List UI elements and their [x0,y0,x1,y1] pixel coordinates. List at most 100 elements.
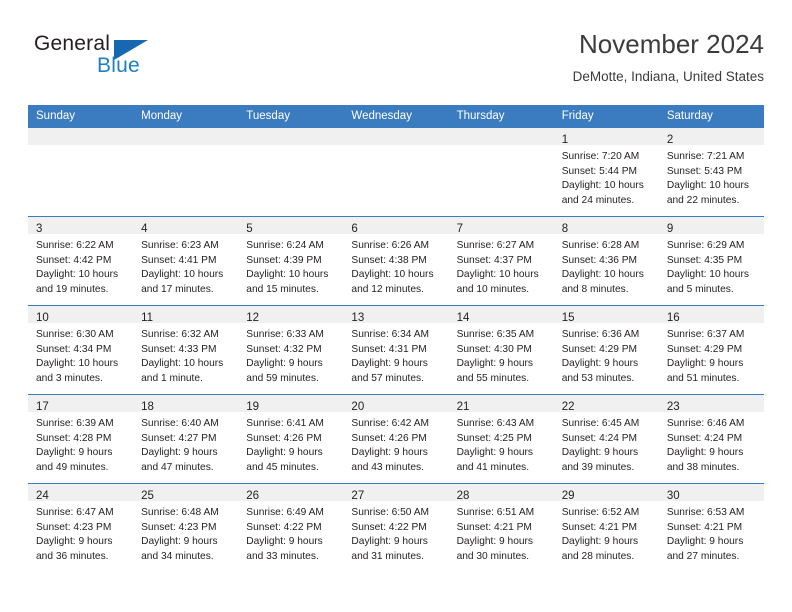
day-number-band: 20 [343,395,449,413]
calendar-day-cell[interactable]: 1 Sunrise: 7:20 AM Sunset: 5:44 PM Daylight… [553,127,659,217]
calendar-week-row: 10 Sunrise: 6:30 AM Sunset: 4:34 PM Dayligh… [28,305,764,395]
day-detail-line: Daylight: 9 hours [561,536,639,548]
calendar-day-cell[interactable]: 11 Sunrise: 6:32 AM Sunset: 4:33 PM Dayligh… [133,305,239,395]
calendar-day-cell[interactable]: 9 Sunrise: 6:29 AM Sunset: 4:35 PM Daylight… [658,216,764,306]
day-detail-line: and 55 minutes. [456,372,530,384]
day-detail-line: Daylight: 9 hours [36,447,113,459]
calendar-day-cell[interactable]: 27 Sunrise: 6:50 AM Sunset: 4:22 PM Dayligh… [343,483,449,572]
calendar-day-cell[interactable]: 19 Sunrise: 6:41 AM Sunset: 4:26 PM Dayligh… [238,394,344,484]
day-detail-line: Sunrise: 6:41 AM [246,418,324,429]
calendar-day-cell[interactable]: 3 Sunrise: 6:22 AM Sunset: 4:42 PM Daylight… [28,216,134,306]
day-detail-line: Daylight: 9 hours [246,536,323,548]
day-detail-line: Sunrise: 6:26 AM [351,240,430,251]
day-detail-line: Sunrise: 6:39 AM [36,418,114,429]
calendar-day-cell[interactable]: 30 Sunrise: 6:53 AM Sunset: 4:21 PM Dayligh… [658,483,764,572]
calendar-empty-cell [238,127,344,217]
day-number-band: 5 [238,217,344,235]
day-detail-line: and 41 minutes. [456,461,530,473]
day-detail-line: and 53 minutes. [561,372,635,384]
day-detail-line: Daylight: 9 hours [246,358,323,370]
day-number-band: 12 [238,306,344,324]
calendar-day-cell[interactable]: 6 Sunrise: 6:26 AM Sunset: 4:38 PM Daylight… [343,216,449,306]
calendar-day-cell[interactable]: 23 Sunrise: 6:46 AM Sunset: 4:24 PM Dayligh… [658,394,764,484]
calendar-day-cell[interactable]: 28 Sunrise: 6:51 AM Sunset: 4:21 PM Dayligh… [448,483,554,572]
weekday-header-saturday: Saturday [658,105,764,128]
day-number: 12 [246,312,260,324]
day-detail-line: and 47 minutes. [141,461,214,473]
calendar-day-cell[interactable]: 26 Sunrise: 6:49 AM Sunset: 4:22 PM Dayligh… [238,483,344,572]
day-detail-line: and 15 minutes. [246,283,319,295]
day-detail-line: Sunrise: 6:33 AM [246,329,324,340]
calendar-day-cell[interactable]: 24 Sunrise: 6:47 AM Sunset: 4:23 PM Dayligh… [28,483,134,572]
day-detail-line: Daylight: 10 hours [666,180,749,192]
day-details: Sunrise: 6:47 AM Sunset: 4:23 PM Daylight:… [28,501,133,564]
calendar-day-cell[interactable]: 25 Sunrise: 6:48 AM Sunset: 4:23 PM Dayligh… [133,483,239,572]
calendar-day-cell[interactable]: 29 Sunrise: 6:52 AM Sunset: 4:21 PM Dayligh… [553,483,659,572]
day-details: Sunrise: 6:49 AM Sunset: 4:22 PM Daylight:… [238,501,343,564]
weekday-header-tuesday: Tuesday [238,105,344,128]
day-detail-line: Sunset: 4:41 PM [141,254,217,266]
calendar-day-cell[interactable]: 7 Sunrise: 6:27 AM Sunset: 4:37 PM Daylight… [448,216,554,306]
day-detail-line: Daylight: 10 hours [561,180,644,192]
calendar-day-cell[interactable]: 22 Sunrise: 6:45 AM Sunset: 4:24 PM Dayligh… [553,394,659,484]
day-number: 1 [561,134,569,146]
day-detail-line: and 27 minutes. [666,550,740,562]
day-details: Sunrise: 6:23 AM Sunset: 4:41 PM Daylight:… [133,234,238,297]
day-detail-line: Daylight: 9 hours [141,447,218,459]
day-detail-line: Daylight: 10 hours [351,269,434,281]
day-detail-line: Daylight: 9 hours [456,447,534,459]
calendar-day-cell[interactable]: 4 Sunrise: 6:23 AM Sunset: 4:41 PM Daylight… [133,216,239,306]
calendar-day-cell[interactable]: 14 Sunrise: 6:35 AM Sunset: 4:30 PM Dayligh… [448,305,554,395]
day-number: 4 [141,223,148,235]
day-detail-line: and 59 minutes. [246,372,319,384]
day-number-band: 30 [658,484,764,502]
day-detail-line: Sunset: 4:42 PM [36,254,112,266]
day-detail-line: Sunset: 4:24 PM [666,432,743,444]
calendar-week-row: 17 Sunrise: 6:39 AM Sunset: 4:28 PM Dayligh… [28,394,764,484]
day-detail-line: Sunset: 4:23 PM [141,521,217,533]
calendar-week-row: 24 Sunrise: 6:47 AM Sunset: 4:23 PM Dayligh… [28,483,764,572]
day-number-band [448,128,554,145]
day-detail-line: Sunset: 4:26 PM [246,432,322,444]
day-detail-line: Daylight: 10 hours [141,358,224,370]
day-detail-line: Sunset: 4:22 PM [351,521,427,533]
day-detail-line: Daylight: 10 hours [666,269,749,281]
calendar-day-cell[interactable]: 13 Sunrise: 6:34 AM Sunset: 4:31 PM Dayligh… [343,305,449,395]
calendar-day-cell[interactable]: 15 Sunrise: 6:36 AM Sunset: 4:29 PM Dayligh… [553,305,659,395]
day-number-band: 8 [553,217,659,235]
day-number: 26 [246,490,260,502]
calendar-day-cell[interactable]: 8 Sunrise: 6:28 AM Sunset: 4:36 PM Daylight… [553,216,659,306]
day-number: 5 [246,223,253,235]
day-number-band [343,128,449,145]
day-details: Sunrise: 7:21 AM Sunset: 5:43 PM Daylight:… [659,145,764,208]
calendar-empty-cell [28,127,134,217]
day-number: 18 [141,401,154,413]
day-detail-line: Sunrise: 6:36 AM [561,329,640,340]
day-details: Sunrise: 6:34 AM Sunset: 4:31 PM Daylight:… [343,323,448,386]
day-number-band: 6 [343,217,449,235]
day-detail-line: and 3 minutes. [36,372,103,384]
calendar-day-cell[interactable]: 10 Sunrise: 6:30 AM Sunset: 4:34 PM Dayligh… [28,305,134,395]
calendar-day-cell[interactable]: 12 Sunrise: 6:33 AM Sunset: 4:32 PM Dayligh… [238,305,344,395]
day-details: Sunrise: 6:39 AM Sunset: 4:28 PM Daylight:… [28,412,133,475]
day-detail-line: Daylight: 9 hours [351,358,428,370]
day-detail-line: Sunrise: 6:29 AM [666,240,745,251]
day-detail-line: and 28 minutes. [561,550,635,562]
calendar-day-cell[interactable]: 5 Sunrise: 6:24 AM Sunset: 4:39 PM Daylight… [238,216,344,306]
day-detail-line: and 12 minutes. [351,283,424,295]
day-detail-line: Sunrise: 6:51 AM [456,507,535,518]
calendar-day-cell[interactable]: 16 Sunrise: 6:37 AM Sunset: 4:29 PM Dayligh… [658,305,764,395]
day-details: Sunrise: 6:32 AM Sunset: 4:33 PM Daylight:… [133,323,238,386]
calendar-day-cell[interactable]: 18 Sunrise: 6:40 AM Sunset: 4:27 PM Dayligh… [133,394,239,484]
logo-text-general: General [34,32,111,55]
day-detail-line: Sunrise: 6:50 AM [351,507,430,518]
day-detail-line: Daylight: 10 hours [456,269,539,281]
weekday-header-thursday: Thursday [448,105,554,128]
day-detail-line: Sunrise: 7:20 AM [561,151,640,162]
calendar-day-cell[interactable]: 21 Sunrise: 6:43 AM Sunset: 4:25 PM Dayligh… [448,394,554,484]
calendar-day-cell[interactable]: 2 Sunrise: 7:21 AM Sunset: 5:43 PM Daylight… [658,127,764,217]
day-details [133,145,238,150]
calendar-day-cell[interactable]: 17 Sunrise: 6:39 AM Sunset: 4:28 PM Dayligh… [28,394,134,484]
logo-text-blue: Blue [97,54,140,77]
calendar-day-cell[interactable]: 20 Sunrise: 6:42 AM Sunset: 4:26 PM Dayligh… [343,394,449,484]
